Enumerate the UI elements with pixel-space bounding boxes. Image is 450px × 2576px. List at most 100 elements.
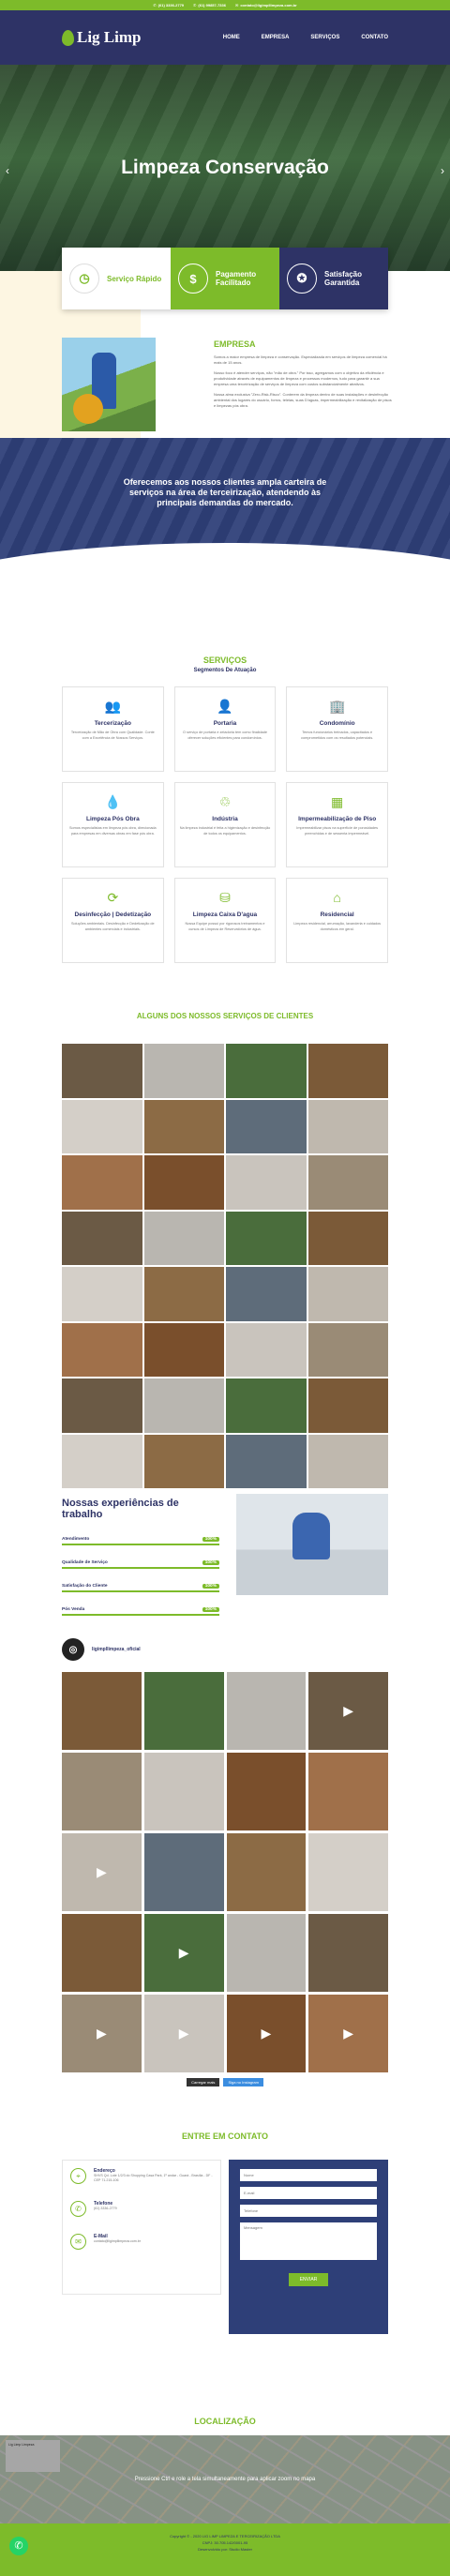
instagram-post[interactable] bbox=[308, 1753, 388, 1830]
slider-next-arrow-icon[interactable]: › bbox=[441, 164, 444, 177]
gallery-photo[interactable] bbox=[62, 1322, 142, 1377]
gallery-photo[interactable] bbox=[308, 1099, 388, 1153]
gallery-photo[interactable] bbox=[143, 1044, 224, 1098]
phone-text[interactable]: (61) 3336-2779 bbox=[94, 2207, 117, 2211]
gallery-photo[interactable] bbox=[308, 1434, 388, 1488]
instagram-post[interactable]: ▶ bbox=[62, 1995, 142, 2072]
instagram-post[interactable] bbox=[226, 1914, 307, 1992]
email-link[interactable]: ✉ contato@ligimpllimpeza.com.br bbox=[235, 3, 297, 8]
instagram-post[interactable]: ▶ bbox=[226, 1995, 307, 2072]
instagram-post[interactable] bbox=[62, 1672, 142, 1750]
instagram-post[interactable] bbox=[143, 1753, 224, 1830]
service-card[interactable]: ⛁ Limpeza Caixa D'agua Nossa Equipe possui… bbox=[173, 878, 277, 963]
instagram-post[interactable] bbox=[226, 1833, 307, 1911]
instagram-post[interactable] bbox=[308, 1914, 388, 1992]
service-card[interactable]: 🏢 Condomínio Temos funcionários treinados,… bbox=[286, 686, 388, 772]
gallery-photo[interactable] bbox=[62, 1099, 142, 1153]
email-text[interactable]: contato@ligimpllimpeza.com.br bbox=[94, 2239, 141, 2244]
service-card[interactable]: ▦ Impermeabilização de Piso Impermeabiliza… bbox=[286, 782, 388, 867]
service-text: Tercerização de Mão de Obra com Qualidad… bbox=[70, 731, 155, 740]
service-text: O serviço de portaria e zeladoria tem co… bbox=[183, 731, 267, 740]
service-text: Temos funcionários treinados, capacitado… bbox=[301, 731, 374, 740]
nav-empresa[interactable]: EMPRESA bbox=[262, 35, 290, 40]
embedded-map[interactable]: Lig Limp Limpeza Pressione Ctrl e role a… bbox=[0, 2435, 450, 2523]
gallery-photo[interactable] bbox=[308, 1267, 388, 1321]
phone-2[interactable]: ✆ (61) 99857-7336 bbox=[193, 3, 226, 8]
gallery-photo[interactable] bbox=[62, 1155, 142, 1210]
service-title: Impermeabilização de Piso bbox=[298, 816, 377, 822]
name-field[interactable] bbox=[240, 2169, 377, 2181]
service-text: Somos especialistas em limpeza pós obra,… bbox=[69, 826, 157, 836]
phone-1[interactable]: ✆ (61) 3336-2779 bbox=[153, 3, 184, 8]
gallery-photo[interactable] bbox=[226, 1099, 307, 1153]
service-card[interactable]: 👤 Portaria O serviço de portaria e zelador… bbox=[173, 686, 277, 772]
message-field[interactable] bbox=[240, 2222, 377, 2260]
feature-strip: ◷ Serviço Rápido $ Pagamento Facilitado ✪ S… bbox=[62, 248, 388, 309]
gallery-photo[interactable] bbox=[308, 1044, 388, 1098]
instagram-post[interactable]: ▶ bbox=[143, 1914, 224, 1992]
instagram-post[interactable] bbox=[62, 1914, 142, 1992]
gallery-photo[interactable] bbox=[143, 1211, 224, 1265]
drop-icon: 💧 bbox=[104, 794, 122, 809]
instagram-post[interactable] bbox=[143, 1672, 224, 1750]
instagram-post[interactable] bbox=[226, 1672, 307, 1750]
gallery-photo[interactable] bbox=[143, 1099, 224, 1153]
experience-section: Nossas experiências de trabalho Atendime… bbox=[0, 1479, 450, 1638]
service-card[interactable]: ⟳ Desinfecção | Dedetização Soluções ambie… bbox=[62, 878, 164, 963]
gallery-photo[interactable] bbox=[308, 1378, 388, 1433]
nav-home[interactable]: HOME bbox=[223, 35, 240, 40]
gallery-photo[interactable] bbox=[143, 1434, 224, 1488]
submit-button[interactable]: ENVIAR bbox=[288, 2273, 329, 2286]
service-text: Na limpeza industrial é feita a higieniz… bbox=[179, 826, 271, 836]
gallery-photo[interactable] bbox=[308, 1155, 388, 1210]
mail-icon: ✉ bbox=[70, 2234, 86, 2250]
gallery-photo[interactable] bbox=[226, 1155, 307, 1210]
gallery-photo[interactable] bbox=[226, 1211, 307, 1265]
instagram-post[interactable]: ▶ bbox=[308, 1995, 388, 2072]
instagram-post[interactable]: ▶ bbox=[62, 1833, 142, 1911]
instagram-handle[interactable]: ligimpllimpeza_oficial bbox=[92, 1647, 141, 1652]
service-card[interactable]: 👥 Tercerização Tercerização de Mão de Obra… bbox=[62, 686, 164, 772]
instagram-icon[interactable]: ◎ bbox=[62, 1638, 84, 1661]
gallery-photo[interactable] bbox=[62, 1434, 142, 1488]
whatsapp-icon[interactable]: ✆ bbox=[9, 2537, 28, 2555]
service-card[interactable]: 💧 Limpeza Pós Obra Somos especialistas em … bbox=[62, 782, 164, 867]
load-more-button[interactable]: Carregar mais bbox=[187, 2078, 220, 2086]
gallery-photo[interactable] bbox=[143, 1155, 224, 1210]
gallery-photo[interactable] bbox=[143, 1267, 224, 1321]
play-icon: ▶ bbox=[96, 1864, 107, 1879]
gallery-photo[interactable] bbox=[62, 1267, 142, 1321]
instagram-post[interactable]: ▶ bbox=[143, 1995, 224, 2072]
gallery-photo[interactable] bbox=[62, 1211, 142, 1265]
gallery-photo[interactable] bbox=[226, 1322, 307, 1377]
instagram-post[interactable] bbox=[62, 1753, 142, 1830]
play-icon: ▶ bbox=[178, 1945, 189, 1960]
site-logo[interactable]: Lig Limp bbox=[62, 28, 142, 47]
instagram-post[interactable]: ▶ bbox=[308, 1672, 388, 1750]
progress-bar: Atendimento 100% bbox=[62, 1537, 219, 1545]
service-text: Nossa Equipe possui por rigorosos treina… bbox=[185, 922, 265, 931]
site-header: Lig Limp HOME EMPRESA SERVIÇOS CONTATO bbox=[0, 10, 450, 65]
gallery-photo[interactable] bbox=[226, 1378, 307, 1433]
gallery-photo[interactable] bbox=[62, 1044, 142, 1098]
instagram-post[interactable] bbox=[143, 1833, 224, 1911]
instagram-post[interactable] bbox=[226, 1753, 307, 1830]
gallery-photo[interactable] bbox=[62, 1378, 142, 1433]
service-card[interactable]: ♲ Indústria Na limpeza industrial é feita … bbox=[173, 782, 277, 867]
email-field[interactable] bbox=[240, 2187, 377, 2199]
gallery-photo[interactable] bbox=[308, 1322, 388, 1377]
phone-field[interactable] bbox=[240, 2205, 377, 2217]
gallery-photo[interactable] bbox=[308, 1211, 388, 1265]
service-card[interactable]: ⌂ Residencial Limpeza residencial, arrumaç… bbox=[286, 878, 388, 963]
gallery-photo[interactable] bbox=[143, 1378, 224, 1433]
follow-instagram-button[interactable]: Siga no Instagram bbox=[223, 2078, 263, 2086]
gallery-photo[interactable] bbox=[226, 1044, 307, 1098]
progress-bar: Pós Venda 100% bbox=[62, 1607, 219, 1616]
nav-contato[interactable]: CONTATO bbox=[361, 35, 388, 40]
instagram-post[interactable] bbox=[308, 1833, 388, 1911]
developer-credit[interactable]: Desenvolvido por: Studio Master bbox=[0, 2546, 450, 2553]
gallery-photo[interactable] bbox=[226, 1434, 307, 1488]
nav-servicos[interactable]: SERVIÇOS bbox=[310, 35, 339, 40]
gallery-photo[interactable] bbox=[143, 1322, 224, 1377]
gallery-photo[interactable] bbox=[226, 1267, 307, 1321]
